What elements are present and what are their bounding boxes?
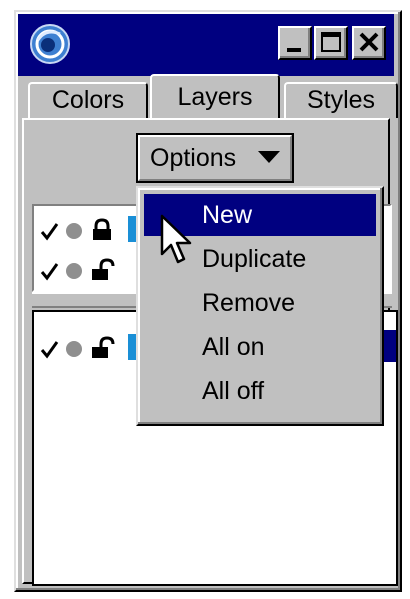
lock-closed-icon[interactable] xyxy=(93,218,111,240)
dot-icon[interactable] xyxy=(66,223,82,239)
visible-check-icon[interactable] xyxy=(40,341,59,359)
tab-colors[interactable]: Colors xyxy=(28,82,148,118)
dot-icon[interactable] xyxy=(66,341,82,357)
dot-icon[interactable] xyxy=(66,263,82,279)
layer-color-swatch xyxy=(128,334,136,360)
options-button[interactable]: Options xyxy=(136,133,294,183)
tab-styles[interactable]: Styles xyxy=(284,82,398,118)
options-label: Options xyxy=(150,144,237,172)
menu-item-remove[interactable]: Remove xyxy=(144,282,376,324)
menu-item-all-on[interactable]: All on xyxy=(144,326,376,368)
minimize-icon xyxy=(287,48,301,52)
close-icon xyxy=(359,32,379,52)
menu-item-all-off[interactable]: All off xyxy=(144,370,376,412)
lock-open-icon[interactable] xyxy=(92,336,115,358)
close-button[interactable] xyxy=(352,26,386,60)
dropdown-arrow-icon xyxy=(258,151,280,163)
arrow-pointer-icon xyxy=(160,214,192,264)
maximize-icon xyxy=(321,32,341,52)
minimize-button[interactable] xyxy=(278,26,312,60)
swirl-app-icon[interactable] xyxy=(28,22,72,66)
maximize-button[interactable] xyxy=(314,26,348,60)
visible-check-icon[interactable] xyxy=(40,263,59,281)
visible-check-icon[interactable] xyxy=(40,223,59,241)
title-bar[interactable] xyxy=(18,14,394,76)
lock-open-icon[interactable] xyxy=(92,258,115,280)
layer-color-swatch xyxy=(128,216,136,242)
tab-layers[interactable]: Layers xyxy=(150,74,280,118)
